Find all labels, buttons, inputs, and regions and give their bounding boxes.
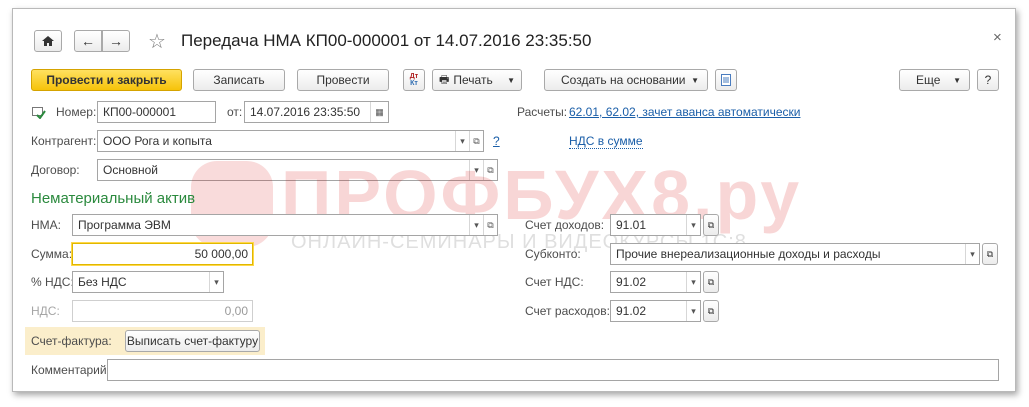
income-account-open-button[interactable]: ⧉ [703,214,719,236]
nma-value: Программа ЭВМ [78,218,171,232]
chevron-down-icon[interactable]: ▾ [686,272,700,292]
open-icon: ⧉ [707,276,715,287]
open-icon: ⧉ [707,305,715,316]
counterparty-field[interactable]: ООО Рога и копыта ▾ ⧉ [97,130,484,152]
sum-field[interactable]: 50 000,00 [72,243,253,265]
chevron-down-icon: ▼ [507,75,515,85]
print-label: Печать [453,73,493,87]
number-label: Номер: [56,105,97,119]
open-icon: ⧉ [707,219,715,230]
vat-rate-field[interactable]: Без НДС ▾ [72,271,224,293]
invoice-label: Счет-фактура: [31,334,112,348]
chevron-down-icon: ▼ [953,75,961,85]
nma-label: НМА: [31,218,61,232]
income-account-label: Счет доходов: [525,218,605,232]
vat-field: 0,00 [72,300,253,322]
document-window: ← → ☆ Передача НМА КП00-000001 от 14.07.… [12,8,1016,392]
comment-field[interactable] [107,359,999,381]
save-button[interactable]: Записать [193,69,285,91]
forward-button[interactable]: → [102,30,130,52]
open-icon[interactable]: ⧉ [483,160,497,180]
subconto-field[interactable]: Прочие внереализационные доходы и расход… [610,243,980,265]
vat-rate-value: Без НДС [78,275,127,289]
counterparty-value: ООО Рога и копыта [103,134,212,148]
contract-value: Основной [103,163,159,177]
settlements-link[interactable]: 62.01, 62.02, зачет аванса автоматически [569,101,800,123]
vat-account-open-button[interactable]: ⧉ [703,271,719,293]
vat-label: НДС: [31,304,60,318]
chevron-down-icon[interactable]: ▾ [469,215,483,235]
open-icon[interactable]: ⧉ [469,131,483,151]
document-report-icon [721,74,731,86]
open-icon[interactable]: ⧉ [483,215,497,235]
chevron-down-icon[interactable]: ▾ [209,272,223,292]
date-value: 14.07.2016 23:35:50 [250,105,361,119]
counterparty-help-link[interactable]: ? [493,130,500,152]
sum-value: 50 000,00 [194,247,248,261]
back-button[interactable]: ← [74,30,102,52]
posted-document-icon [32,107,46,122]
window-title: Передача НМА КП00-000001 от 14.07.2016 2… [181,31,592,50]
expense-account-field[interactable]: 91.02 ▾ [610,300,701,322]
create-based-on-button[interactable]: Создать на основании ▼ [544,69,708,91]
favorite-star-icon[interactable]: ☆ [148,29,166,54]
chevron-down-icon[interactable]: ▾ [455,131,469,151]
vat-rate-label: % НДС: [31,275,74,289]
help-button[interactable]: ? [977,69,999,91]
report-button[interactable] [715,69,737,91]
contract-label: Договор: [31,163,80,177]
vat-included-link[interactable]: НДС в сумме [569,134,643,149]
vat-account-label: Счет НДС: [525,275,584,289]
dtkt-button[interactable]: Дт Кт [403,69,425,91]
arrow-right-icon: → [109,33,123,49]
income-account-value: 91.01 [616,218,647,232]
more-button[interactable]: Еще ▼ [899,69,970,91]
create-based-on-label: Создать на основании [561,73,686,87]
date-label: от: [227,105,243,119]
printer-icon: 🖶 [439,73,450,86]
calendar-icon[interactable]: ▦ [370,102,388,122]
settlements-label: Расчеты: [517,105,568,119]
dtkt-icon: Дт [409,73,419,80]
contract-field[interactable]: Основной ▾ ⧉ [97,159,498,181]
chevron-down-icon[interactable]: ▾ [469,160,483,180]
chevron-down-icon[interactable]: ▾ [686,215,700,235]
arrow-left-icon: ← [81,33,95,49]
close-icon[interactable]: × [993,29,1002,46]
chevron-down-icon[interactable]: ▾ [686,301,700,321]
sum-label: Сумма: [31,247,73,261]
vat-account-field[interactable]: 91.02 ▾ [610,271,701,293]
home-button[interactable] [34,30,62,52]
post-and-close-button[interactable]: Провести и закрыть [31,69,182,91]
expense-account-value: 91.02 [616,304,647,318]
post-button[interactable]: Провести [297,69,389,91]
comment-label: Комментарий: [31,363,110,377]
more-label: Еще [916,73,941,87]
chevron-down-icon: ▼ [691,75,699,85]
vat-account-value: 91.02 [616,275,647,289]
section-title: Нематериальный актив [31,190,196,207]
subconto-open-button[interactable]: ⧉ [982,243,998,265]
expense-account-open-button[interactable]: ⧉ [703,300,719,322]
counterparty-label: Контрагент: [31,134,97,148]
issue-invoice-button[interactable]: Выписать счет-фактуру [125,330,260,352]
home-icon [42,36,54,46]
number-field[interactable]: КП00-000001 [97,101,216,123]
nma-field[interactable]: Программа ЭВМ ▾ ⧉ [72,214,498,236]
vat-value: 0,00 [224,304,248,318]
chevron-down-icon[interactable]: ▾ [965,244,979,264]
subconto-label: Субконто: [525,247,581,261]
date-field[interactable]: 14.07.2016 23:35:50 ▦ [244,101,389,123]
expense-account-label: Счет расходов: [525,304,610,318]
income-account-field[interactable]: 91.01 ▾ [610,214,701,236]
open-icon: ⧉ [986,248,994,259]
print-button[interactable]: 🖶 Печать ▼ [432,69,522,91]
subconto-value: Прочие внереализационные доходы и расход… [616,247,881,261]
